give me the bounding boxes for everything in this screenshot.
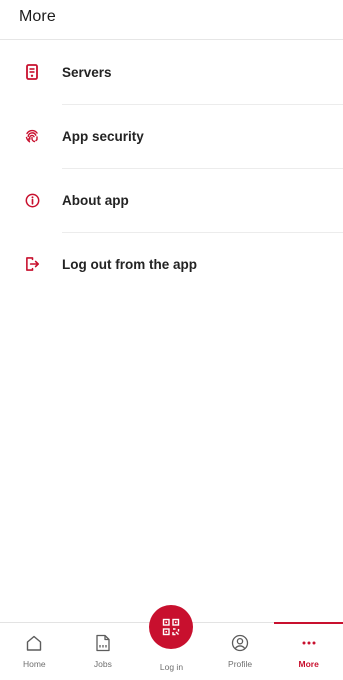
tab-label: More (298, 659, 319, 669)
menu-item-servers[interactable]: Servers (0, 40, 343, 104)
more-dots-icon (299, 633, 319, 653)
app-header: More (0, 0, 343, 40)
bottom-tab-bar: Home Jobs Log in Profile More (0, 605, 343, 680)
user-circle-icon (230, 633, 250, 653)
logout-icon (20, 252, 44, 276)
menu-item-log-out[interactable]: Log out from the app (0, 232, 343, 296)
tab-label: Log in (159, 662, 184, 672)
menu-item-label: About app (62, 192, 129, 208)
more-menu: Servers App security About app Log out f… (0, 40, 343, 296)
log-in-button[interactable] (149, 605, 194, 649)
tab-log-in[interactable]: Log in (137, 605, 206, 680)
document-icon (93, 633, 113, 653)
home-icon (24, 633, 44, 653)
tab-label: Profile (228, 659, 253, 669)
menu-item-about-app[interactable]: About app (0, 168, 343, 232)
server-icon (20, 60, 44, 84)
fingerprint-icon (20, 124, 44, 148)
tab-label: Jobs (93, 659, 112, 669)
menu-item-label: Log out from the app (62, 256, 197, 272)
info-icon (20, 188, 44, 212)
menu-item-label: Servers (62, 64, 112, 80)
tab-more[interactable]: More (274, 622, 343, 680)
qr-code-icon (161, 617, 181, 637)
tab-label: Home (22, 659, 46, 669)
menu-item-label: App security (62, 128, 144, 144)
tab-jobs[interactable]: Jobs (69, 623, 138, 680)
page-title: More (19, 8, 56, 25)
tab-profile[interactable]: Profile (206, 623, 275, 680)
tab-home[interactable]: Home (0, 623, 69, 680)
menu-item-app-security[interactable]: App security (0, 104, 343, 168)
